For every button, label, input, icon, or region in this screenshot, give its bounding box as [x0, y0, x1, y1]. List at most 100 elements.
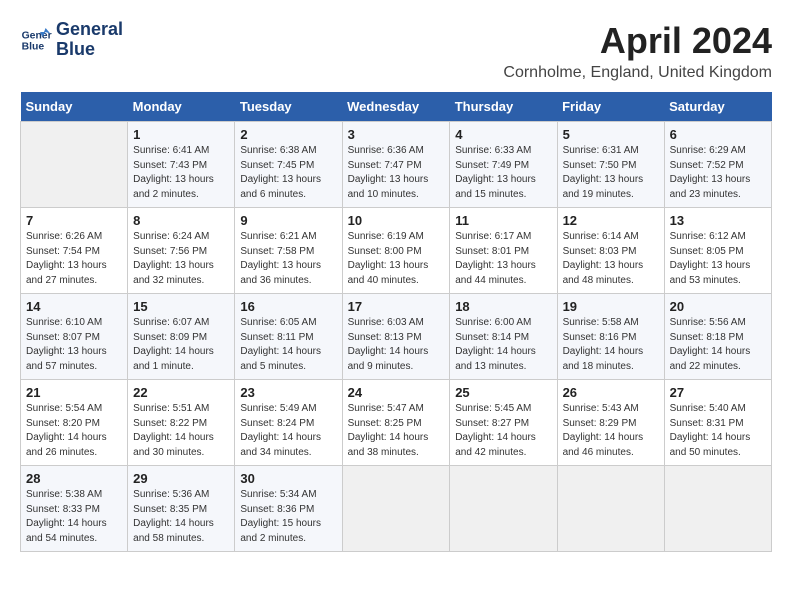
- header-day: Tuesday: [235, 92, 342, 122]
- calendar-cell: 16Sunrise: 6:05 AMSunset: 8:11 PMDayligh…: [235, 294, 342, 380]
- calendar-cell: 3Sunrise: 6:36 AMSunset: 7:47 PMDaylight…: [342, 122, 450, 208]
- calendar-cell: 14Sunrise: 6:10 AMSunset: 8:07 PMDayligh…: [21, 294, 128, 380]
- day-detail: Sunrise: 5:40 AMSunset: 8:31 PMDaylight:…: [670, 402, 766, 460]
- day-detail: Sunrise: 6:07 AMSunset: 8:09 PMDaylight:…: [133, 316, 229, 374]
- day-number: 9: [240, 213, 336, 228]
- logo: General Blue General Blue: [20, 20, 123, 60]
- calendar-cell: 13Sunrise: 6:12 AMSunset: 8:05 PMDayligh…: [664, 208, 771, 294]
- calendar-cell: 7Sunrise: 6:26 AMSunset: 7:54 PMDaylight…: [21, 208, 128, 294]
- day-detail: Sunrise: 5:58 AMSunset: 8:16 PMDaylight:…: [563, 316, 659, 374]
- day-number: 25: [455, 385, 551, 400]
- calendar-week-row: 21Sunrise: 5:54 AMSunset: 8:20 PMDayligh…: [21, 380, 772, 466]
- day-number: 23: [240, 385, 336, 400]
- day-number: 18: [455, 299, 551, 314]
- day-number: 12: [563, 213, 659, 228]
- day-detail: Sunrise: 5:49 AMSunset: 8:24 PMDaylight:…: [240, 402, 336, 460]
- day-detail: Sunrise: 5:38 AMSunset: 8:33 PMDaylight:…: [26, 488, 122, 546]
- day-detail: Sunrise: 5:36 AMSunset: 8:35 PMDaylight:…: [133, 488, 229, 546]
- day-number: 20: [670, 299, 766, 314]
- page-header: General Blue General Blue April 2024 Cor…: [20, 20, 772, 82]
- day-detail: Sunrise: 6:24 AMSunset: 7:56 PMDaylight:…: [133, 230, 229, 288]
- day-detail: Sunrise: 6:03 AMSunset: 8:13 PMDaylight:…: [348, 316, 445, 374]
- calendar-cell: [664, 466, 771, 552]
- day-detail: Sunrise: 5:45 AMSunset: 8:27 PMDaylight:…: [455, 402, 551, 460]
- day-detail: Sunrise: 6:31 AMSunset: 7:50 PMDaylight:…: [563, 144, 659, 202]
- day-detail: Sunrise: 6:21 AMSunset: 7:58 PMDaylight:…: [240, 230, 336, 288]
- calendar-cell: 28 Sunrise: 5:38 AMSunset: 8:33 PMDayligh…: [21, 466, 128, 552]
- day-detail: Sunrise: 6:38 AMSunset: 7:45 PMDaylight:…: [240, 144, 336, 202]
- calendar-cell: 19 Sunrise: 5:58 AMSunset: 8:16 PMDayligh…: [557, 294, 664, 380]
- calendar-cell: [557, 466, 664, 552]
- day-detail: Sunrise: 6:17 AMSunset: 8:01 PMDaylight:…: [455, 230, 551, 288]
- calendar-cell: 26 Sunrise: 5:43 AMSunset: 8:29 PMDayligh…: [557, 380, 664, 466]
- calendar-cell: 11 Sunrise: 6:17 AMSunset: 8:01 PMDayligh…: [450, 208, 557, 294]
- day-number: 10: [348, 213, 445, 228]
- day-detail: Sunrise: 5:56 AMSunset: 8:18 PMDaylight:…: [670, 316, 766, 374]
- calendar-cell: [450, 466, 557, 552]
- calendar-cell: 1 Sunrise: 6:41 AMSunset: 7:43 PMDaylight…: [128, 122, 235, 208]
- calendar-cell: 23 Sunrise: 5:49 AMSunset: 8:24 PMDayligh…: [235, 380, 342, 466]
- calendar-week-row: 28 Sunrise: 5:38 AMSunset: 8:33 PMDayligh…: [21, 466, 772, 552]
- day-number: 1: [133, 127, 229, 142]
- day-detail: Sunrise: 5:51 AMSunset: 8:22 PMDaylight:…: [133, 402, 229, 460]
- day-number: 2: [240, 127, 336, 142]
- calendar-cell: 29 Sunrise: 5:36 AMSunset: 8:35 PMDayligh…: [128, 466, 235, 552]
- day-detail: Sunrise: 6:19 AMSunset: 8:00 PMDaylight:…: [348, 230, 445, 288]
- calendar-cell: 30 Sunrise: 5:34 AMSunset: 8:36 PMDayligh…: [235, 466, 342, 552]
- calendar-cell: 20 Sunrise: 5:56 AMSunset: 8:18 PMDayligh…: [664, 294, 771, 380]
- day-detail: Sunrise: 6:29 AMSunset: 7:52 PMDaylight:…: [670, 144, 766, 202]
- calendar-cell: 25 Sunrise: 5:45 AMSunset: 8:27 PMDayligh…: [450, 380, 557, 466]
- calendar-cell: 27 Sunrise: 5:40 AMSunset: 8:31 PMDayligh…: [664, 380, 771, 466]
- day-number: 14: [26, 299, 122, 314]
- calendar-week-row: 14Sunrise: 6:10 AMSunset: 8:07 PMDayligh…: [21, 294, 772, 380]
- day-detail: Sunrise: 6:41 AMSunset: 7:43 PMDaylight:…: [133, 144, 229, 202]
- calendar-cell: 12 Sunrise: 6:14 AMSunset: 8:03 PMDayligh…: [557, 208, 664, 294]
- day-number: 28: [26, 471, 122, 486]
- calendar-week-row: 7Sunrise: 6:26 AMSunset: 7:54 PMDaylight…: [21, 208, 772, 294]
- day-detail: Sunrise: 5:43 AMSunset: 8:29 PMDaylight:…: [563, 402, 659, 460]
- calendar-table: SundayMondayTuesdayWednesdayThursdayFrid…: [20, 92, 772, 552]
- day-detail: Sunrise: 6:00 AMSunset: 8:14 PMDaylight:…: [455, 316, 551, 374]
- day-number: 24: [348, 385, 445, 400]
- day-number: 15: [133, 299, 229, 314]
- calendar-cell: 18 Sunrise: 6:00 AMSunset: 8:14 PMDayligh…: [450, 294, 557, 380]
- day-number: 6: [670, 127, 766, 142]
- day-number: 30: [240, 471, 336, 486]
- header-day: Saturday: [664, 92, 771, 122]
- day-detail: Sunrise: 5:54 AMSunset: 8:20 PMDaylight:…: [26, 402, 122, 460]
- day-detail: Sunrise: 5:47 AMSunset: 8:25 PMDaylight:…: [348, 402, 445, 460]
- logo-text: General Blue: [56, 20, 123, 60]
- day-number: 17: [348, 299, 445, 314]
- day-number: 8: [133, 213, 229, 228]
- day-number: 26: [563, 385, 659, 400]
- day-detail: Sunrise: 6:05 AMSunset: 8:11 PMDaylight:…: [240, 316, 336, 374]
- calendar-cell: 17 Sunrise: 6:03 AMSunset: 8:13 PMDayligh…: [342, 294, 450, 380]
- calendar-cell: 8 Sunrise: 6:24 AMSunset: 7:56 PMDaylight…: [128, 208, 235, 294]
- day-detail: Sunrise: 5:34 AMSunset: 8:36 PMDaylight:…: [240, 488, 336, 546]
- day-number: 29: [133, 471, 229, 486]
- day-number: 27: [670, 385, 766, 400]
- header-day: Wednesday: [342, 92, 450, 122]
- calendar-cell: 9 Sunrise: 6:21 AMSunset: 7:58 PMDaylight…: [235, 208, 342, 294]
- calendar-week-row: 1 Sunrise: 6:41 AMSunset: 7:43 PMDaylight…: [21, 122, 772, 208]
- day-number: 13: [670, 213, 766, 228]
- day-detail: Sunrise: 6:33 AMSunset: 7:49 PMDaylight:…: [455, 144, 551, 202]
- calendar-cell: 22Sunrise: 5:51 AMSunset: 8:22 PMDayligh…: [128, 380, 235, 466]
- logo-icon: General Blue: [20, 24, 52, 56]
- calendar-cell: 2 Sunrise: 6:38 AMSunset: 7:45 PMDaylight…: [235, 122, 342, 208]
- day-number: 11: [455, 213, 551, 228]
- calendar-cell: 10 Sunrise: 6:19 AMSunset: 8:00 PMDayligh…: [342, 208, 450, 294]
- header-day: Monday: [128, 92, 235, 122]
- day-number: 7: [26, 213, 122, 228]
- day-number: 19: [563, 299, 659, 314]
- day-detail: Sunrise: 6:14 AMSunset: 8:03 PMDaylight:…: [563, 230, 659, 288]
- calendar-cell: 21Sunrise: 5:54 AMSunset: 8:20 PMDayligh…: [21, 380, 128, 466]
- calendar-cell: 5Sunrise: 6:31 AMSunset: 7:50 PMDaylight…: [557, 122, 664, 208]
- location: Cornholme, England, United Kingdom: [503, 64, 772, 82]
- calendar-cell: 4Sunrise: 6:33 AMSunset: 7:49 PMDaylight…: [450, 122, 557, 208]
- header-day: Friday: [557, 92, 664, 122]
- calendar-cell: 15 Sunrise: 6:07 AMSunset: 8:09 PMDayligh…: [128, 294, 235, 380]
- day-number: 3: [348, 127, 445, 142]
- header-day: Sunday: [21, 92, 128, 122]
- calendar-cell: 24 Sunrise: 5:47 AMSunset: 8:25 PMDayligh…: [342, 380, 450, 466]
